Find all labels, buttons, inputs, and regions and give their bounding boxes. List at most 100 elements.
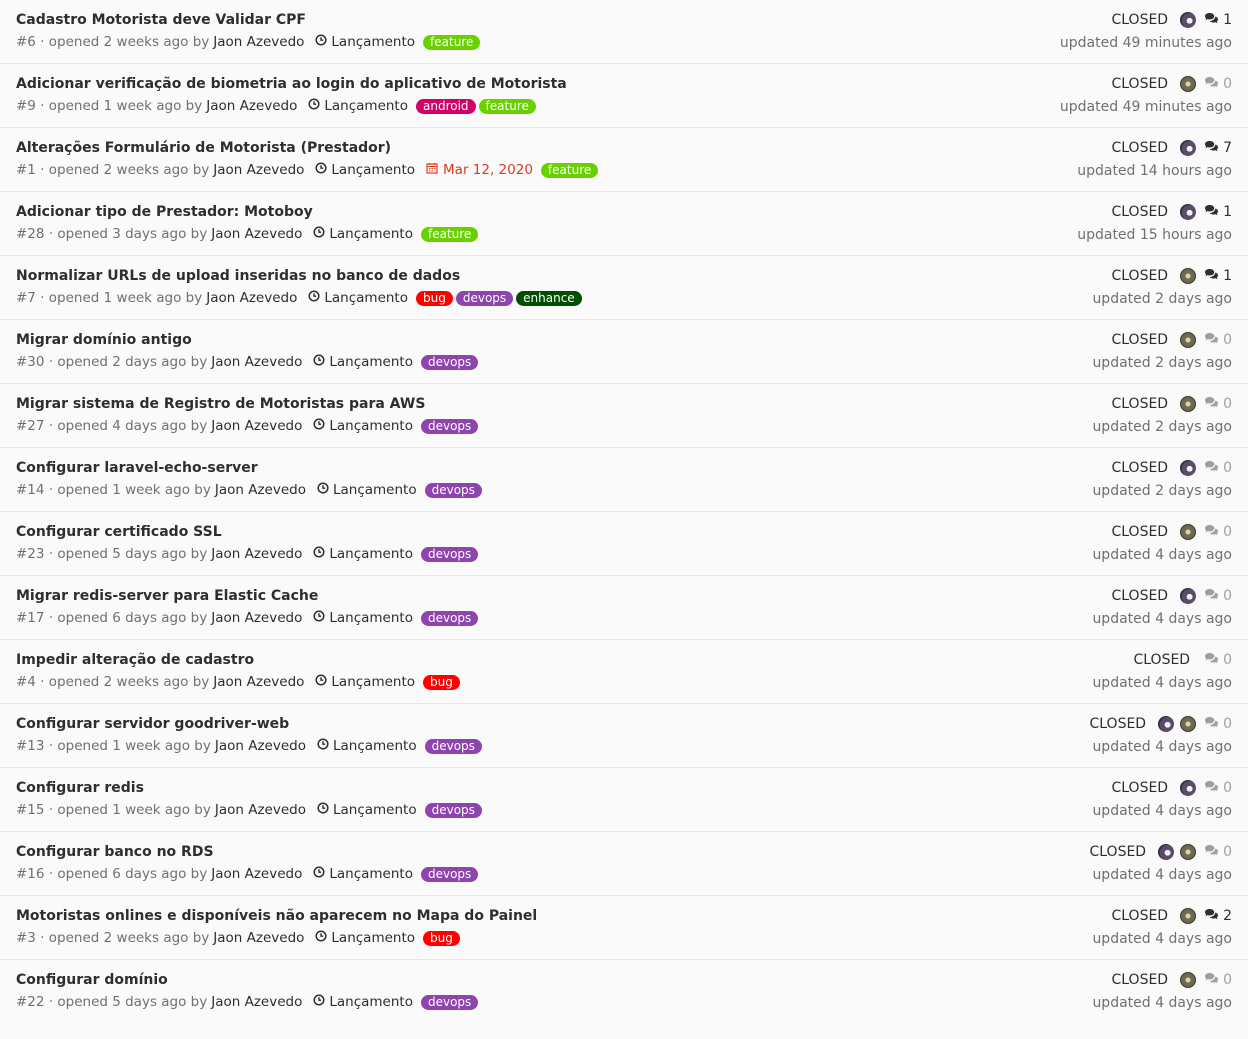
assignee-avatar[interactable]: [1180, 588, 1197, 604]
label-devops[interactable]: devops: [420, 610, 479, 626]
milestone-link[interactable]: Lançamento: [317, 738, 417, 754]
milestone-link[interactable]: Lançamento: [313, 354, 413, 370]
label-devops[interactable]: devops: [424, 738, 482, 754]
assignee-avatar[interactable]: [1158, 844, 1175, 860]
milestone-link[interactable]: Lançamento: [313, 546, 413, 562]
author-link[interactable]: Jaon Azevedo: [211, 994, 302, 1010]
assignee-avatar[interactable]: [1180, 780, 1197, 796]
label-enhance[interactable]: enhance: [516, 290, 582, 306]
assignee-avatar[interactable]: [1180, 716, 1197, 732]
assignee-avatar[interactable]: [1180, 908, 1197, 924]
assignee-avatar[interactable]: [1180, 972, 1197, 988]
issue-title-link[interactable]: Cadastro Motorista deve Validar CPF: [16, 12, 306, 28]
label-devops[interactable]: devops: [420, 994, 479, 1010]
milestone-link[interactable]: Lançamento: [315, 930, 415, 946]
comments-link[interactable]: 0: [1204, 652, 1232, 668]
milestone-link[interactable]: Lançamento: [313, 418, 413, 434]
label-devops[interactable]: devops: [424, 482, 482, 498]
label-devops[interactable]: devops: [424, 802, 482, 818]
comments-link[interactable]: 0: [1204, 780, 1232, 796]
author-link[interactable]: Jaon Azevedo: [213, 930, 304, 946]
author-link[interactable]: Jaon Azevedo: [213, 34, 304, 50]
issue-title-link[interactable]: Configurar servidor goodriver-web: [16, 716, 289, 732]
issue-title-link[interactable]: Motoristas onlines e disponíveis não apa…: [16, 908, 537, 924]
issue-title-link[interactable]: Configurar laravel-echo-server: [16, 460, 258, 476]
comments-link[interactable]: 2: [1204, 908, 1232, 924]
milestone-link[interactable]: Lançamento: [308, 98, 408, 114]
label-bug[interactable]: bug: [423, 930, 460, 946]
comments-link[interactable]: 0: [1204, 524, 1232, 540]
assignee-avatar[interactable]: [1180, 844, 1197, 860]
label-devops[interactable]: devops: [420, 418, 479, 434]
author-link[interactable]: Jaon Azevedo: [211, 610, 302, 626]
comments-link[interactable]: 0: [1204, 396, 1232, 412]
label-bug[interactable]: bug: [416, 290, 453, 306]
author-link[interactable]: Jaon Azevedo: [213, 162, 304, 178]
author-link[interactable]: Jaon Azevedo: [215, 482, 306, 498]
assignee-avatar[interactable]: [1180, 76, 1197, 92]
milestone-link[interactable]: Lançamento: [313, 226, 413, 242]
comments-link[interactable]: 7: [1204, 140, 1232, 156]
author-link[interactable]: Jaon Azevedo: [211, 866, 302, 882]
comments-link[interactable]: 0: [1204, 460, 1232, 476]
assignee-avatar[interactable]: [1180, 332, 1197, 348]
author-link[interactable]: Jaon Azevedo: [215, 738, 306, 754]
milestone-link[interactable]: Lançamento: [317, 482, 417, 498]
label-feature[interactable]: feature: [423, 34, 481, 50]
issue-title-link[interactable]: Configurar banco no RDS: [16, 844, 214, 860]
milestone-link[interactable]: Lançamento: [308, 290, 408, 306]
milestone-link[interactable]: Lançamento: [315, 162, 415, 178]
issue-title-link[interactable]: Migrar domínio antigo: [16, 332, 192, 348]
issue-title-link[interactable]: Migrar redis-server para Elastic Cache: [16, 588, 318, 604]
assignee-avatar[interactable]: [1180, 524, 1197, 540]
milestone-link[interactable]: Lançamento: [313, 610, 413, 626]
comments-link[interactable]: 0: [1204, 76, 1232, 92]
milestone-link[interactable]: Lançamento: [317, 802, 417, 818]
milestone-link[interactable]: Lançamento: [313, 994, 413, 1010]
label-bug[interactable]: bug: [423, 674, 460, 690]
milestone-link[interactable]: Lançamento: [313, 866, 413, 882]
author-link[interactable]: Jaon Azevedo: [206, 98, 297, 114]
assignee-avatar[interactable]: [1180, 460, 1197, 476]
label-devops[interactable]: devops: [455, 290, 514, 306]
issue-title-link[interactable]: Normalizar URLs de upload inseridas no b…: [16, 268, 460, 284]
comments-link[interactable]: 1: [1204, 12, 1232, 28]
author-link[interactable]: Jaon Azevedo: [213, 674, 304, 690]
author-link[interactable]: Jaon Azevedo: [211, 546, 302, 562]
issue-title-link[interactable]: Impedir alteração de cadastro: [16, 652, 254, 668]
issue-title-link[interactable]: Configurar redis: [16, 780, 144, 796]
author-link[interactable]: Jaon Azevedo: [211, 226, 302, 242]
assignee-avatar[interactable]: [1180, 140, 1197, 156]
label-devops[interactable]: devops: [420, 354, 479, 370]
assignee-avatar[interactable]: [1180, 12, 1197, 28]
assignee-avatar[interactable]: [1180, 396, 1197, 412]
assignee-avatar[interactable]: [1180, 204, 1197, 220]
issue-title-link[interactable]: Alterações Formulário de Motorista (Pres…: [16, 140, 391, 156]
milestone-link[interactable]: Lançamento: [315, 674, 415, 690]
author-link[interactable]: Jaon Azevedo: [206, 290, 297, 306]
label-devops[interactable]: devops: [420, 546, 479, 562]
issue-title-link[interactable]: Configurar domínio: [16, 972, 168, 988]
label-feature[interactable]: feature: [478, 98, 536, 114]
issue-title-link[interactable]: Adicionar verificação de biometria ao lo…: [16, 76, 567, 92]
issue-title-link[interactable]: Adicionar tipo de Prestador: Motoboy: [16, 204, 313, 220]
assignee-avatar[interactable]: [1180, 268, 1197, 284]
author-link[interactable]: Jaon Azevedo: [211, 354, 302, 370]
label-devops[interactable]: devops: [420, 866, 479, 882]
issue-title-link[interactable]: Migrar sistema de Registro de Motoristas…: [16, 396, 425, 412]
comments-link[interactable]: 0: [1204, 332, 1232, 348]
author-link[interactable]: Jaon Azevedo: [211, 418, 302, 434]
milestone-link[interactable]: Lançamento: [315, 34, 415, 50]
label-android[interactable]: android: [416, 98, 476, 114]
label-feature[interactable]: feature: [540, 162, 599, 178]
comments-link[interactable]: 0: [1204, 588, 1232, 604]
comments-link[interactable]: 0: [1204, 716, 1232, 732]
label-feature[interactable]: feature: [420, 226, 479, 242]
comments-link[interactable]: 0: [1204, 972, 1232, 988]
comments-link[interactable]: 0: [1204, 844, 1232, 860]
author-link[interactable]: Jaon Azevedo: [215, 802, 306, 818]
comments-link[interactable]: 1: [1204, 268, 1232, 284]
issue-title-link[interactable]: Configurar certificado SSL: [16, 524, 222, 540]
assignee-avatar[interactable]: [1158, 716, 1175, 732]
comments-link[interactable]: 1: [1204, 204, 1232, 220]
